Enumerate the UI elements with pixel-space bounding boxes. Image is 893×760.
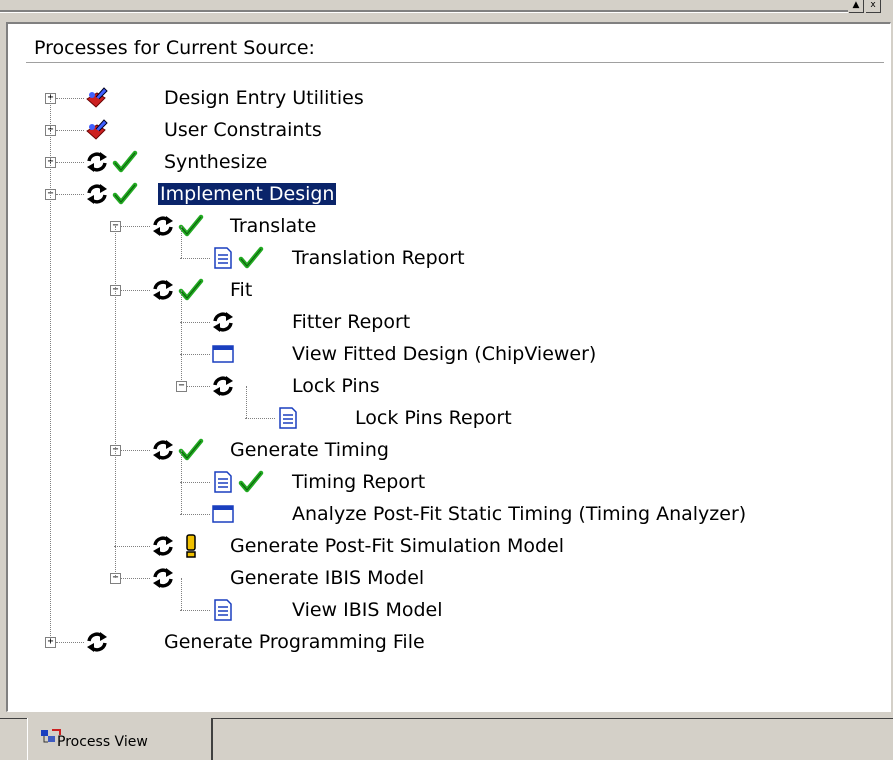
tree-item-label[interactable]: Translate: [228, 215, 318, 237]
tree-connector: [245, 418, 275, 419]
warning-icon: [186, 534, 196, 558]
tree-guide-line: [181, 226, 182, 258]
check-icon: [238, 470, 264, 493]
tree-item-label[interactable]: Generate IBIS Model: [228, 567, 426, 589]
process-icon: [153, 440, 173, 460]
tree-guide-line: [50, 98, 51, 636]
tree-connector: [114, 546, 150, 547]
processes-panel: [6, 22, 891, 712]
tree-connector: [56, 642, 84, 643]
close-icon[interactable]: x: [866, 0, 881, 13]
tree-connector: [180, 610, 210, 611]
tree-guide-line: [181, 578, 182, 610]
tree-connector: [56, 194, 84, 195]
tree-item-label[interactable]: Fitter Report: [290, 311, 412, 333]
report-icon: [279, 407, 297, 429]
tree-item-label[interactable]: Analyze Post-Fit Static Timing (Timing A…: [290, 503, 748, 525]
tree-connector: [180, 514, 210, 515]
report-icon: [214, 247, 232, 269]
tree-item-label[interactable]: Implement Design: [156, 182, 338, 206]
tools-icon: [86, 87, 108, 108]
expand-icon[interactable]: +: [45, 637, 56, 648]
tree-item-label[interactable]: Fit: [228, 279, 254, 301]
tree-item-label[interactable]: Generate Post-Fit Simulation Model: [228, 535, 566, 557]
process-icon: [153, 280, 173, 300]
collapse-icon[interactable]: −: [176, 381, 187, 392]
tree-connector: [180, 258, 210, 259]
tree-item-label[interactable]: User Constraints: [162, 119, 324, 141]
tree-item-label[interactable]: Generate Programming File: [162, 631, 427, 653]
tree-item-label[interactable]: View IBIS Model: [290, 599, 445, 621]
tree-item-label[interactable]: Translation Report: [290, 247, 467, 269]
tree-item-label[interactable]: Generate Timing: [228, 439, 391, 461]
top-separator-highlight: [0, 12, 848, 13]
process-icon: [213, 312, 233, 332]
window-icon: [212, 345, 234, 363]
report-icon: [214, 599, 232, 621]
scroll-up-icon[interactable]: ▲: [849, 0, 864, 13]
process-icon: [87, 184, 107, 204]
tree-connector: [121, 226, 150, 227]
tree-guide-line: [181, 450, 182, 514]
check-icon: [238, 246, 264, 269]
check-icon: [112, 150, 138, 173]
tree-connector: [121, 290, 150, 291]
tree-item-label[interactable]: Lock Pins: [290, 375, 382, 397]
tree-connector: [56, 162, 84, 163]
tree-connector: [180, 354, 210, 355]
process-icon: [213, 376, 233, 396]
tree-connector: [56, 98, 84, 99]
process-icon: [153, 568, 173, 588]
tree-item-label[interactable]: Timing Report: [290, 471, 427, 493]
tools-icon: [86, 119, 108, 140]
check-icon: [112, 182, 138, 205]
tree-connector: [121, 450, 150, 451]
tree-guide-line: [246, 386, 247, 418]
report-icon: [214, 471, 232, 493]
tree-guide-line: [115, 226, 116, 578]
tree-connector: [180, 482, 210, 483]
process-icon: [87, 152, 107, 172]
panel-header: Processes for Current Source:: [26, 34, 884, 63]
process-icon: [153, 536, 173, 556]
tree-connector: [56, 130, 84, 131]
tab-process-view-label: Process View: [57, 734, 148, 750]
tree-connector: [121, 578, 150, 579]
tree-connector: [187, 386, 210, 387]
tree-item-label[interactable]: View Fitted Design (ChipViewer): [290, 343, 598, 365]
tree-connector: [180, 322, 210, 323]
window-icon: [212, 505, 234, 523]
tree-item-label[interactable]: Synthesize: [162, 151, 269, 173]
tree-guide-line: [181, 290, 182, 380]
panel-header-label: Processes for Current Source:: [34, 37, 315, 59]
tree-item-label[interactable]: Design Entry Utilities: [162, 87, 366, 109]
tree-item-label[interactable]: Lock Pins Report: [353, 407, 514, 429]
process-icon: [153, 216, 173, 236]
process-icon: [87, 632, 107, 652]
